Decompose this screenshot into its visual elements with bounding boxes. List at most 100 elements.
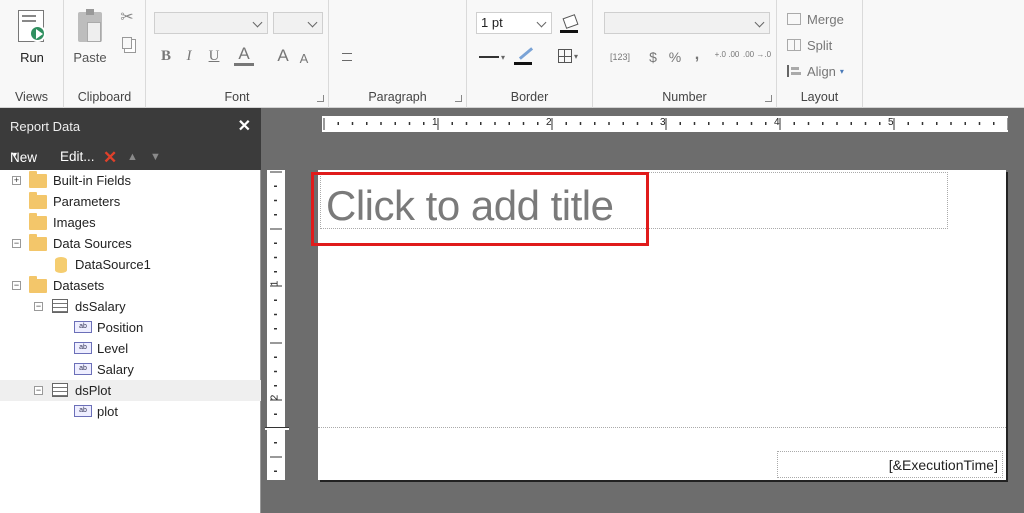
paste-label: Paste bbox=[73, 50, 107, 65]
delete-icon[interactable]: ✕ bbox=[103, 148, 117, 168]
number-dialog-launcher-icon[interactable] bbox=[765, 95, 772, 102]
collapse-icon[interactable]: − bbox=[12, 239, 21, 248]
collapse-icon[interactable]: − bbox=[12, 281, 21, 290]
collapse-icon[interactable]: − bbox=[34, 302, 43, 311]
number-format-dropdown[interactable] bbox=[604, 12, 770, 34]
merge-icon bbox=[787, 13, 801, 25]
tree-item-plot[interactable]: ab plot bbox=[0, 401, 261, 422]
align-bottom-icon[interactable] bbox=[387, 18, 403, 32]
split-icon bbox=[787, 39, 801, 51]
report-data-panel: Report Data ✕ New ▾ Edit... ✕ ▲ ▼ + Built… bbox=[0, 108, 261, 513]
cut-icon[interactable]: ✂ bbox=[116, 6, 138, 28]
tree-item-dssalary[interactable]: − dsSalary bbox=[0, 296, 261, 317]
tree-item-dsplot[interactable]: − dsPlot bbox=[0, 380, 261, 401]
underline-button[interactable]: U bbox=[204, 45, 224, 67]
align-top-icon[interactable] bbox=[339, 14, 355, 28]
italic-button[interactable]: I bbox=[180, 45, 198, 67]
increase-indent-icon[interactable] bbox=[439, 14, 455, 28]
folder-open-icon bbox=[29, 276, 47, 293]
horizontal-ruler: 1 2 3 4 5 bbox=[322, 116, 1008, 132]
paste-icon bbox=[78, 9, 102, 42]
percent-button[interactable]: % bbox=[667, 46, 683, 68]
collapse-icon[interactable]: − bbox=[34, 386, 43, 395]
clipboard-group: Paste ✂ Clipboard bbox=[64, 0, 146, 108]
currency-button[interactable]: $ bbox=[645, 46, 661, 68]
field-icon: ab bbox=[74, 405, 92, 417]
tree-item-data-sources[interactable]: − Data Sources bbox=[0, 233, 261, 254]
borders-icon[interactable]: ▾ bbox=[553, 45, 583, 67]
new-chevron-down-icon: ▾ bbox=[13, 150, 18, 159]
tree-item-datasource1[interactable]: DataSource1 bbox=[0, 254, 261, 275]
views-group: Run Views bbox=[0, 0, 64, 108]
merge-button[interactable]: Merge bbox=[787, 9, 859, 29]
paragraph-dialog-launcher-icon[interactable] bbox=[455, 95, 462, 102]
align-middle-icon[interactable] bbox=[363, 16, 379, 30]
fill-color-icon[interactable] bbox=[557, 12, 583, 34]
font-dialog-launcher-icon[interactable] bbox=[317, 95, 324, 102]
expand-icon[interactable]: + bbox=[12, 176, 21, 185]
tree-item-parameters[interactable]: Parameters bbox=[0, 191, 261, 212]
font-size-dropdown[interactable] bbox=[273, 12, 323, 34]
field-icon: ab bbox=[74, 363, 92, 375]
tree-item-level[interactable]: ab Level bbox=[0, 338, 261, 359]
ribbon: Run Views Paste ✂ Clipboard B I U A A A … bbox=[0, 0, 1024, 108]
number-group-label: Number bbox=[662, 90, 707, 104]
tree-item-label: Position bbox=[97, 320, 144, 335]
bold-button[interactable]: B bbox=[156, 45, 176, 67]
font-group-label: Font bbox=[224, 90, 250, 104]
vertical-ruler-ticks bbox=[270, 171, 282, 472]
tree-item-position[interactable]: ab Position bbox=[0, 317, 261, 338]
tree-item-datasets[interactable]: − Datasets bbox=[0, 275, 261, 296]
folder-open-icon bbox=[29, 234, 47, 251]
number-group: [123] $ % , +.0 .00 .00 →.0 Number bbox=[593, 0, 777, 108]
align-left-icon[interactable] bbox=[339, 48, 355, 62]
ruler-number: 2 bbox=[269, 394, 281, 401]
report-data-header: Report Data ✕ bbox=[0, 108, 261, 148]
page-footer-separator bbox=[318, 427, 1006, 428]
line-style-dropdown[interactable]: ▾ bbox=[477, 46, 507, 68]
table-icon bbox=[52, 383, 68, 397]
tree-item-salary[interactable]: ab Salary bbox=[0, 359, 261, 380]
font-name-dropdown[interactable] bbox=[154, 12, 268, 34]
copy-icon[interactable] bbox=[116, 32, 138, 54]
align-label: Align bbox=[807, 63, 836, 79]
highlight-box bbox=[311, 172, 649, 246]
ruler-number: 1 bbox=[269, 280, 281, 287]
border-group: 1 pt ▾ ▾ Border bbox=[467, 0, 593, 108]
placeholder-styles-button[interactable]: [123] bbox=[603, 46, 637, 68]
close-icon[interactable]: ✕ bbox=[238, 116, 251, 136]
move-up-icon[interactable]: ▲ bbox=[127, 151, 138, 163]
border-group-label: Border bbox=[510, 90, 549, 104]
ruler-number: 4 bbox=[774, 117, 780, 128]
grow-font-button[interactable]: A bbox=[274, 45, 292, 67]
run-button[interactable]: Run bbox=[10, 8, 54, 66]
move-down-icon[interactable]: ▼ bbox=[150, 151, 161, 163]
font-color-button[interactable]: A bbox=[234, 44, 254, 66]
execution-time-textbox[interactable]: [&ExecutionTime] bbox=[777, 451, 1003, 478]
run-label: Run bbox=[20, 50, 44, 65]
border-width-dropdown[interactable]: 1 pt bbox=[476, 12, 552, 34]
justify-icon[interactable] bbox=[415, 48, 431, 62]
ruler-number: 2 bbox=[546, 117, 552, 128]
comma-button[interactable]: , bbox=[691, 44, 703, 66]
decrease-indent-icon[interactable] bbox=[415, 14, 431, 28]
align-center-icon[interactable] bbox=[363, 48, 379, 62]
tree-item-images[interactable]: Images bbox=[0, 212, 261, 233]
align-right-icon[interactable] bbox=[387, 48, 403, 62]
tree-item-built-in-fields[interactable]: + Built-in Fields bbox=[0, 170, 261, 191]
split-button[interactable]: Split bbox=[787, 35, 859, 55]
edit-button[interactable]: Edit... bbox=[60, 149, 95, 164]
ruler-number: 5 bbox=[888, 117, 894, 128]
table-icon bbox=[52, 299, 68, 313]
decrease-decimal-button[interactable]: .00 →.0 bbox=[743, 44, 771, 66]
database-icon bbox=[55, 257, 67, 273]
run-icon bbox=[18, 10, 46, 42]
tree-item-label: dsPlot bbox=[75, 383, 112, 398]
line-color-icon[interactable] bbox=[511, 44, 541, 66]
shrink-font-button[interactable]: A bbox=[296, 47, 312, 69]
tree-item-label: dsSalary bbox=[75, 299, 126, 314]
paste-button[interactable]: Paste bbox=[70, 8, 110, 66]
report-data-title: Report Data bbox=[10, 119, 81, 134]
align-dropdown[interactable]: Align ▾ bbox=[787, 61, 863, 81]
increase-decimal-button[interactable]: +.0 .00 bbox=[713, 44, 741, 66]
